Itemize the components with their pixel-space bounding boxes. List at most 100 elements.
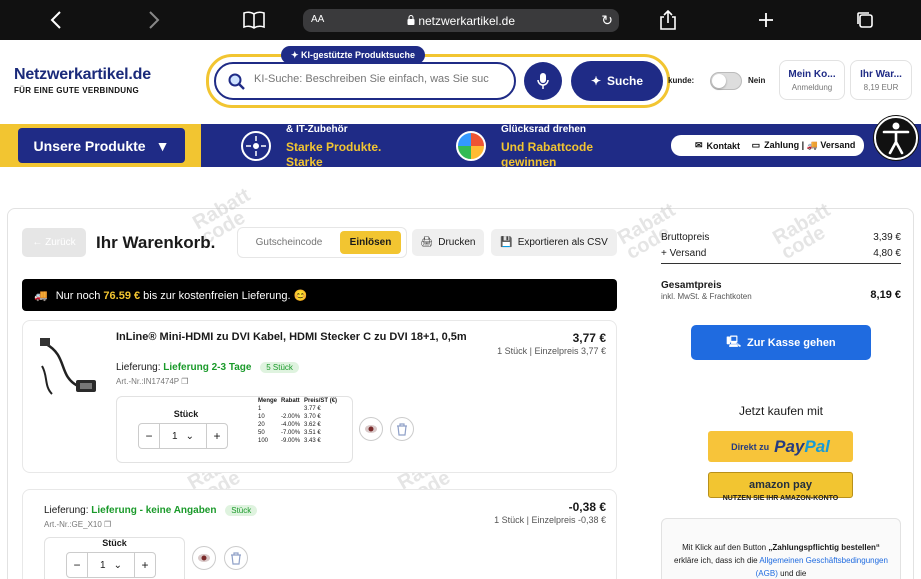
chevron-down-icon: ⌄ <box>113 559 122 571</box>
network-icon <box>241 131 271 161</box>
forward-arrow-icon[interactable] <box>142 8 166 32</box>
accessibility-icon <box>882 122 910 155</box>
print-label: Drucken <box>438 237 476 248</box>
watch-item-button[interactable] <box>192 546 216 570</box>
banner2-line1: Glücksrad drehen <box>501 124 587 135</box>
increment-button[interactable]: + <box>135 553 155 577</box>
microphone-icon <box>537 73 549 89</box>
site-header: Netzwerkartikel.de FÜR EINE GUTE VERBIND… <box>0 40 921 124</box>
bookmarks-icon[interactable] <box>242 8 266 32</box>
delete-item-button[interactable] <box>390 417 414 441</box>
quantity-select[interactable]: 1 ⌄ <box>87 553 135 577</box>
save-icon: 💾 <box>500 237 513 248</box>
paypal-prefix: Direkt zu <box>731 441 770 452</box>
reload-icon[interactable]: ↻ <box>601 12 613 29</box>
delete-item-button[interactable] <box>224 546 248 570</box>
coupon-input[interactable] <box>242 231 336 254</box>
search-button[interactable]: ✦ Suche <box>571 61 663 101</box>
banner2-line2: Und Rabattcode <box>501 140 594 154</box>
promo-banner-products[interactable]: & IT-Zubehör Starke Produkte. Starke <box>201 124 416 167</box>
article-number: Art.-Nr.:IN17474P ❐ <box>116 377 188 386</box>
decrement-button[interactable]: − <box>67 553 87 577</box>
redeem-button[interactable]: Einlösen <box>340 231 401 254</box>
search-input[interactable] <box>254 73 508 85</box>
tier-header-discount: Rabatt <box>281 398 300 404</box>
site-logo[interactable]: Netzwerkartikel.de FÜR EINE GUTE VERBIND… <box>14 66 151 95</box>
tabs-overview-icon[interactable] <box>853 8 877 32</box>
summary-row-versand: + Versand 4,80 € <box>661 248 901 264</box>
account-button[interactable]: Mein Ko... Anmeldung <box>779 60 845 100</box>
tier-price-row: 20 -4.00% 3.62 € <box>256 421 339 429</box>
express-toggle[interactable] <box>710 72 742 90</box>
copy-icon[interactable]: ❐ <box>104 520 111 529</box>
delivery-info: Lieferung: Lieferung 2-3 Tage 5 Stück <box>116 362 299 373</box>
account-sub: Anmeldung <box>791 83 833 92</box>
versand-label: + Versand <box>661 248 707 259</box>
article-number-text: Art.-Nr.:IN17474P <box>116 377 179 386</box>
browser-toolbar: AA netzwerkartikel.de ↻ <box>0 0 921 40</box>
express-label: kunde: <box>668 76 695 85</box>
export-csv-button[interactable]: 💾 Exportieren als CSV <box>491 229 617 256</box>
cart-title: Ihr War... <box>860 69 902 80</box>
checkout-button[interactable]: 🖳 Zur Kasse gehen <box>691 325 871 360</box>
stock-badge: 5 Stück <box>260 362 299 373</box>
amazon-pay-sub: NUTZEN SIE IHR AMAZON-KONTO <box>722 495 839 502</box>
brutto-value: 3,39 € <box>873 232 901 243</box>
payment-shipping-button[interactable]: ▭ Zahlung | 🚚 Versand <box>743 135 864 156</box>
article-number: Art.-Nr.:GE_X10 ❐ <box>44 520 111 529</box>
cart-button[interactable]: Ihr War... 8,19 EUR <box>850 60 912 100</box>
express-value: Nein <box>748 76 766 85</box>
nav-bar: Unsere Produkte ▼ & IT-Zubehör Starke Pr… <box>0 124 921 167</box>
delivery-label: Lieferung: <box>116 362 161 373</box>
logo-tagline: FÜR EINE GUTE VERBINDUNG <box>14 86 139 95</box>
tier-qty: 100 <box>258 438 269 444</box>
chevron-down-icon: ⌄ <box>185 430 194 442</box>
order-summary: Bruttopreis 3,39 € + Versand 4,80 € Gesa… <box>661 226 901 316</box>
promo-banner-wheel[interactable]: Glücksrad drehen Und Rabattcode gewinnen <box>416 124 646 167</box>
trash-icon <box>231 551 241 565</box>
share-icon[interactable] <box>656 8 680 32</box>
ai-search-badge: ✦ KI-gestützte Produktsuche <box>281 46 426 64</box>
decrement-button[interactable]: − <box>139 424 159 448</box>
delivery-label: Lieferung: <box>44 505 89 516</box>
payment-label: Zahlung | 🚚 Versand <box>764 140 856 150</box>
quantity-select[interactable]: 1 ⌄ <box>159 424 207 448</box>
increment-button[interactable]: + <box>207 424 227 448</box>
tier-header-price: Preis/ST (€) <box>304 398 338 404</box>
delivery-value: Lieferung 2-3 Tage <box>163 362 252 373</box>
copy-icon[interactable]: ❐ <box>181 377 188 386</box>
logo-title: Netzwerkartikel.de <box>14 66 151 83</box>
tier-qty: 10 <box>258 414 265 420</box>
legal-text-3: erkläre ich, dass ich die <box>674 556 758 565</box>
shipping-prefix: Nur noch <box>55 289 101 302</box>
product-title[interactable]: InLine® Mini-HDMI zu DVI Kabel, HDMI Ste… <box>116 330 476 344</box>
address-bar[interactable]: AA netzwerkartikel.de ↻ <box>303 9 619 32</box>
tier-price: 3.62 € <box>304 422 321 428</box>
print-button[interactable]: 🖨 Drucken <box>412 229 484 256</box>
coupon-form: Einlösen <box>238 228 406 257</box>
tier-price-row: 100 -9.00% 3.43 € <box>256 437 339 445</box>
quantity-stepper[interactable]: − 1 ⌄ + <box>138 423 228 449</box>
back-button[interactable]: ← Zurück <box>22 228 86 257</box>
accessibility-button[interactable] <box>874 116 918 160</box>
product-image[interactable] <box>38 336 100 398</box>
agb-link[interactable]: Allgemeinen Geschäftsbedingungen (AGB) <box>756 556 888 578</box>
card-icon: ▭ <box>751 140 761 150</box>
total-sub: inkl. MwSt. & Frachtkoten 8,19 € <box>661 289 901 301</box>
tier-qty: 1 <box>258 406 262 412</box>
back-arrow-icon[interactable] <box>44 8 68 32</box>
products-menu-button[interactable]: Unsere Produkte ▼ <box>18 128 185 163</box>
quantity-stepper[interactable]: − 1 ⌄ + <box>66 552 156 578</box>
delivery-value: Lieferung - keine Angaben <box>91 505 217 516</box>
paypal-button[interactable]: Direkt zu PayPal <box>708 431 853 462</box>
total-label: Gesamtpreis <box>661 280 722 291</box>
printer-icon: 🖨 <box>420 237 434 248</box>
lock-icon <box>407 15 415 25</box>
triangle-down-icon: ▼ <box>155 137 170 154</box>
search-field[interactable] <box>214 62 516 100</box>
voice-search-button[interactable] <box>524 62 562 100</box>
new-tab-icon[interactable] <box>754 8 778 32</box>
mail-icon: ✉ <box>694 140 703 150</box>
quantity-label: Stück <box>173 409 199 419</box>
watch-item-button[interactable] <box>359 417 383 441</box>
